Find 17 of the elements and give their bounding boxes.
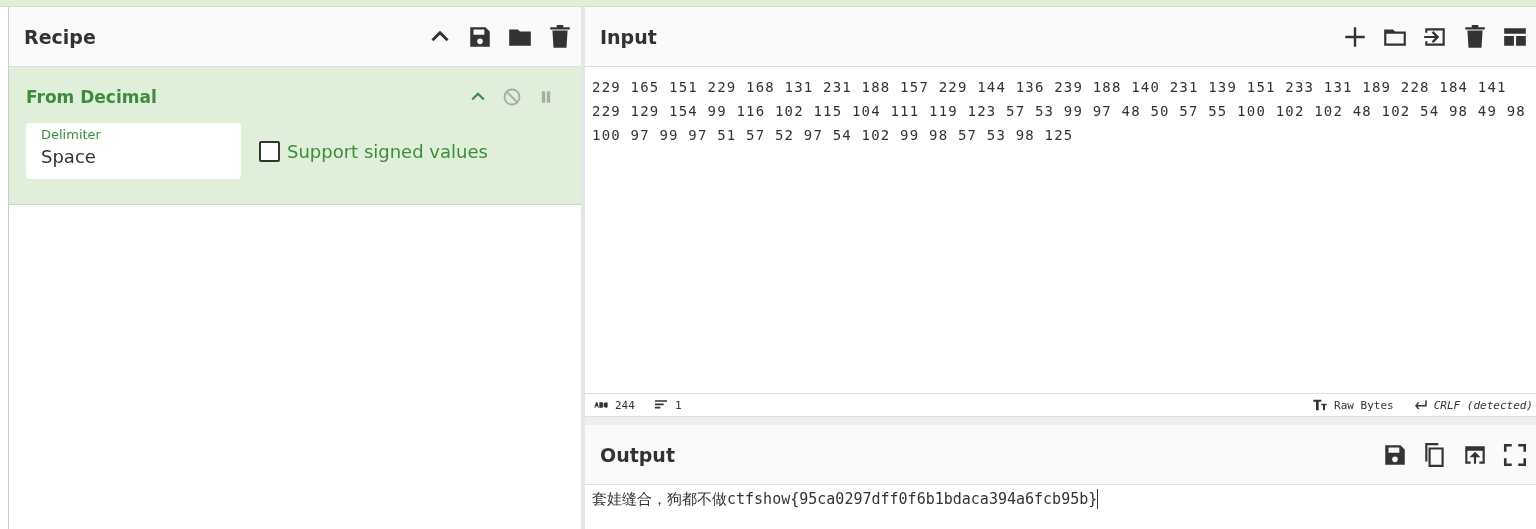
eol-label: CRLF (detected) <box>1433 398 1533 412</box>
encoding-label: Raw Bytes <box>1334 398 1394 412</box>
line-count: 1 <box>674 398 682 412</box>
input-text[interactable]: 229 165 151 229 168 131 231 188 157 229 144 136 239 188 140 231 139 151 233 131 189 228 184 141 229 129 154 99 116 102 115 104 111 119 123 57 53 99 97 48 50 57 55 100 102 102 48 102 54 98 49 98 100 97 99 97 51 57 52 97 54 102 99 98 57 53 98 125 <box>585 67 1536 394</box>
resize-handle[interactable] <box>585 417 1536 425</box>
delete-icon[interactable] <box>1462 23 1488 50</box>
text-format-icon <box>1312 397 1329 413</box>
operation-name: From Decimal <box>26 87 157 107</box>
delete-icon[interactable] <box>547 23 573 50</box>
length-count: 244 <box>615 398 635 412</box>
signed-values-checkbox[interactable]: Support signed values <box>259 140 488 162</box>
delimiter-field[interactable]: Delimiter Space <box>26 123 241 179</box>
input-title: Input <box>600 25 657 48</box>
maximize-icon[interactable] <box>1502 441 1528 468</box>
recipe-title: Recipe <box>24 25 96 48</box>
output-text: 套娃缝合，狗都不做ctfshow{95ca0297dff0f6b1bdaca394a6fcb95b} <box>592 489 1098 509</box>
output-title: Output <box>600 443 675 466</box>
